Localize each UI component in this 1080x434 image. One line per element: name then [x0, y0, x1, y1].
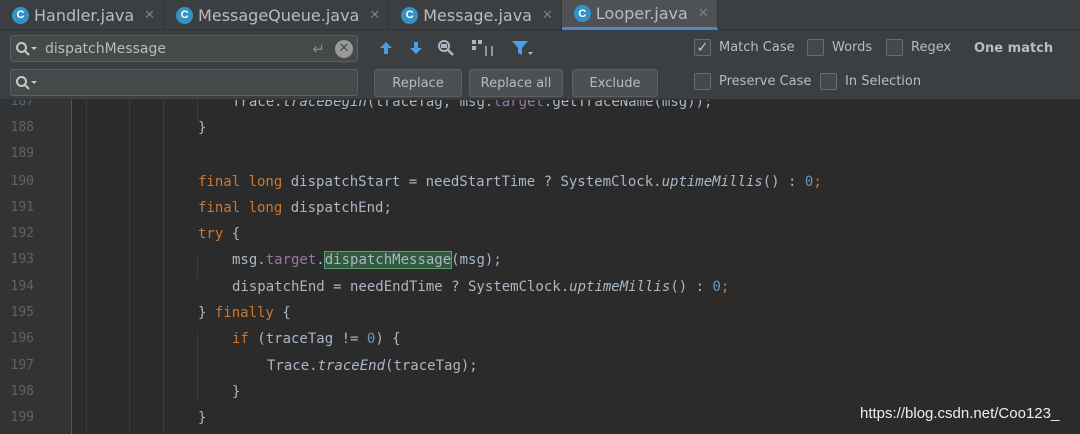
line-number: 199	[10, 410, 34, 425]
tab-label: Message.java	[423, 5, 532, 25]
code-text: dispatchEnd = needEndTime ? SystemClock.…	[232, 279, 730, 295]
in-selection-checkbox[interactable]: In Selection	[820, 73, 921, 90]
checkbox[interactable]	[807, 39, 824, 56]
close-icon[interactable]: ✕	[698, 6, 709, 21]
search-match-highlight: dispatchMessage	[323, 251, 453, 269]
tab-label: Handler.java	[34, 5, 135, 25]
tab-handler-java[interactable]: C Handler.java ✕	[0, 0, 165, 30]
exclude-button[interactable]: Exclude	[572, 69, 658, 97]
find-all-icon[interactable]	[434, 36, 458, 60]
line-number: 188	[10, 120, 34, 135]
watermark-url: https://blog.csdn.net/Coo123_	[860, 405, 1060, 422]
code-text: } finally {	[198, 305, 291, 321]
line-number: 194	[10, 279, 34, 294]
line-number: 196	[10, 331, 34, 346]
regex-checkbox[interactable]: Regex	[886, 39, 951, 56]
words-checkbox[interactable]: Words	[807, 39, 872, 56]
code-editor[interactable]: 187 Trace.traceBegin(traceTag, msg.targe…	[0, 100, 1080, 434]
editor-tab-bar: C Handler.java ✕ C MessageQueue.java ✕ C…	[0, 0, 1080, 30]
match-case-checkbox[interactable]: ✓ Match Case	[694, 39, 795, 56]
replace-all-button[interactable]: Replace all	[469, 69, 563, 97]
tab-label: MessageQueue.java	[198, 5, 360, 25]
line-number: 195	[10, 305, 34, 320]
code-line: 198 }	[0, 379, 1080, 405]
tab-label: Looper.java	[595, 4, 688, 23]
checkbox[interactable]	[886, 39, 903, 56]
checkbox[interactable]	[694, 73, 711, 90]
code-line: 187 Trace.traceBegin(traceTag, msg.targe…	[0, 100, 1080, 115]
line-number: 187	[10, 100, 34, 109]
code-line: 188 }	[0, 115, 1080, 141]
code-line: 193 msg.target.dispatchMessage(msg);	[0, 247, 1080, 273]
code-text: }	[232, 384, 241, 400]
code-line: 195 } finally {	[0, 300, 1080, 326]
find-replace-panel: dispatchMessage ↵ ✕ Replace Replace all …	[0, 30, 1080, 100]
tab-looper-java[interactable]: C Looper.java ✕	[561, 0, 718, 30]
code-text: final long dispatchEnd;	[198, 200, 392, 216]
preserve-case-checkbox[interactable]: Preserve Case	[694, 73, 811, 90]
code-line: 190 final long dispatchStart = needStart…	[0, 169, 1080, 195]
words-label: Words	[832, 40, 873, 55]
checkbox-checked[interactable]: ✓	[694, 39, 711, 56]
line-number: 189	[10, 146, 34, 161]
code-text: }	[198, 120, 207, 136]
match-case-label: Match Case	[719, 40, 795, 55]
code-line: 192 try {	[0, 221, 1080, 247]
line-number: 192	[10, 226, 34, 241]
code-line: 191 final long dispatchEnd;	[0, 195, 1080, 221]
filter-icon[interactable]	[508, 36, 536, 60]
select-all-occurrences-icon[interactable]	[468, 36, 498, 60]
code-line: 194 dispatchEnd = needEndTime ? SystemCl…	[0, 274, 1080, 300]
code-text: Trace.traceBegin(traceTag, msg.target.ge…	[232, 100, 713, 110]
replace-button[interactable]: Replace	[374, 69, 462, 97]
line-number: 191	[10, 200, 34, 215]
next-occurrence-icon[interactable]	[404, 36, 428, 60]
java-class-icon: C	[573, 5, 591, 22]
checkbox[interactable]	[820, 73, 837, 90]
code-text: try {	[198, 226, 241, 242]
java-class-icon: C	[12, 6, 29, 24]
close-icon[interactable]: ✕	[542, 8, 553, 23]
search-input[interactable]: dispatchMessage ↵ ✕	[10, 35, 358, 62]
code-line: 196 if (traceTag != 0) {	[0, 326, 1080, 352]
line-number: 197	[10, 358, 34, 373]
clear-icon[interactable]: ✕	[335, 39, 353, 58]
java-class-icon: C	[401, 6, 419, 24]
new-line-icon[interactable]: ↵	[312, 40, 325, 58]
search-value: dispatchMessage	[45, 40, 166, 57]
search-history-icon[interactable]	[11, 41, 45, 57]
replace-input[interactable]	[10, 69, 358, 96]
code-text: final long dispatchStart = needStartTime…	[198, 174, 822, 190]
line-number: 193	[10, 252, 34, 267]
preserve-case-label: Preserve Case	[719, 74, 812, 89]
code-line: 197 Trace.traceEnd(traceTag);	[0, 353, 1080, 379]
code-text: if (traceTag != 0) {	[232, 331, 401, 347]
tab-messagequeue-java[interactable]: C MessageQueue.java ✕	[164, 0, 390, 30]
code-text: msg.target.dispatchMessage(msg);	[232, 251, 502, 269]
match-count-status: One match	[974, 41, 1054, 56]
code-text: Trace.traceEnd(traceTag);	[267, 358, 478, 374]
tab-message-java[interactable]: C Message.java ✕	[389, 0, 562, 30]
code-text: }	[198, 410, 207, 426]
line-number: 190	[10, 174, 34, 189]
java-class-icon: C	[176, 6, 194, 24]
close-icon[interactable]: ✕	[369, 8, 380, 23]
in-selection-label: In Selection	[845, 74, 922, 89]
close-icon[interactable]: ✕	[144, 8, 155, 23]
line-number: 198	[10, 384, 34, 399]
regex-label: Regex	[911, 40, 952, 55]
replace-history-icon[interactable]	[11, 75, 45, 91]
previous-occurrence-icon[interactable]	[374, 36, 398, 60]
code-line: 189	[0, 141, 1080, 167]
